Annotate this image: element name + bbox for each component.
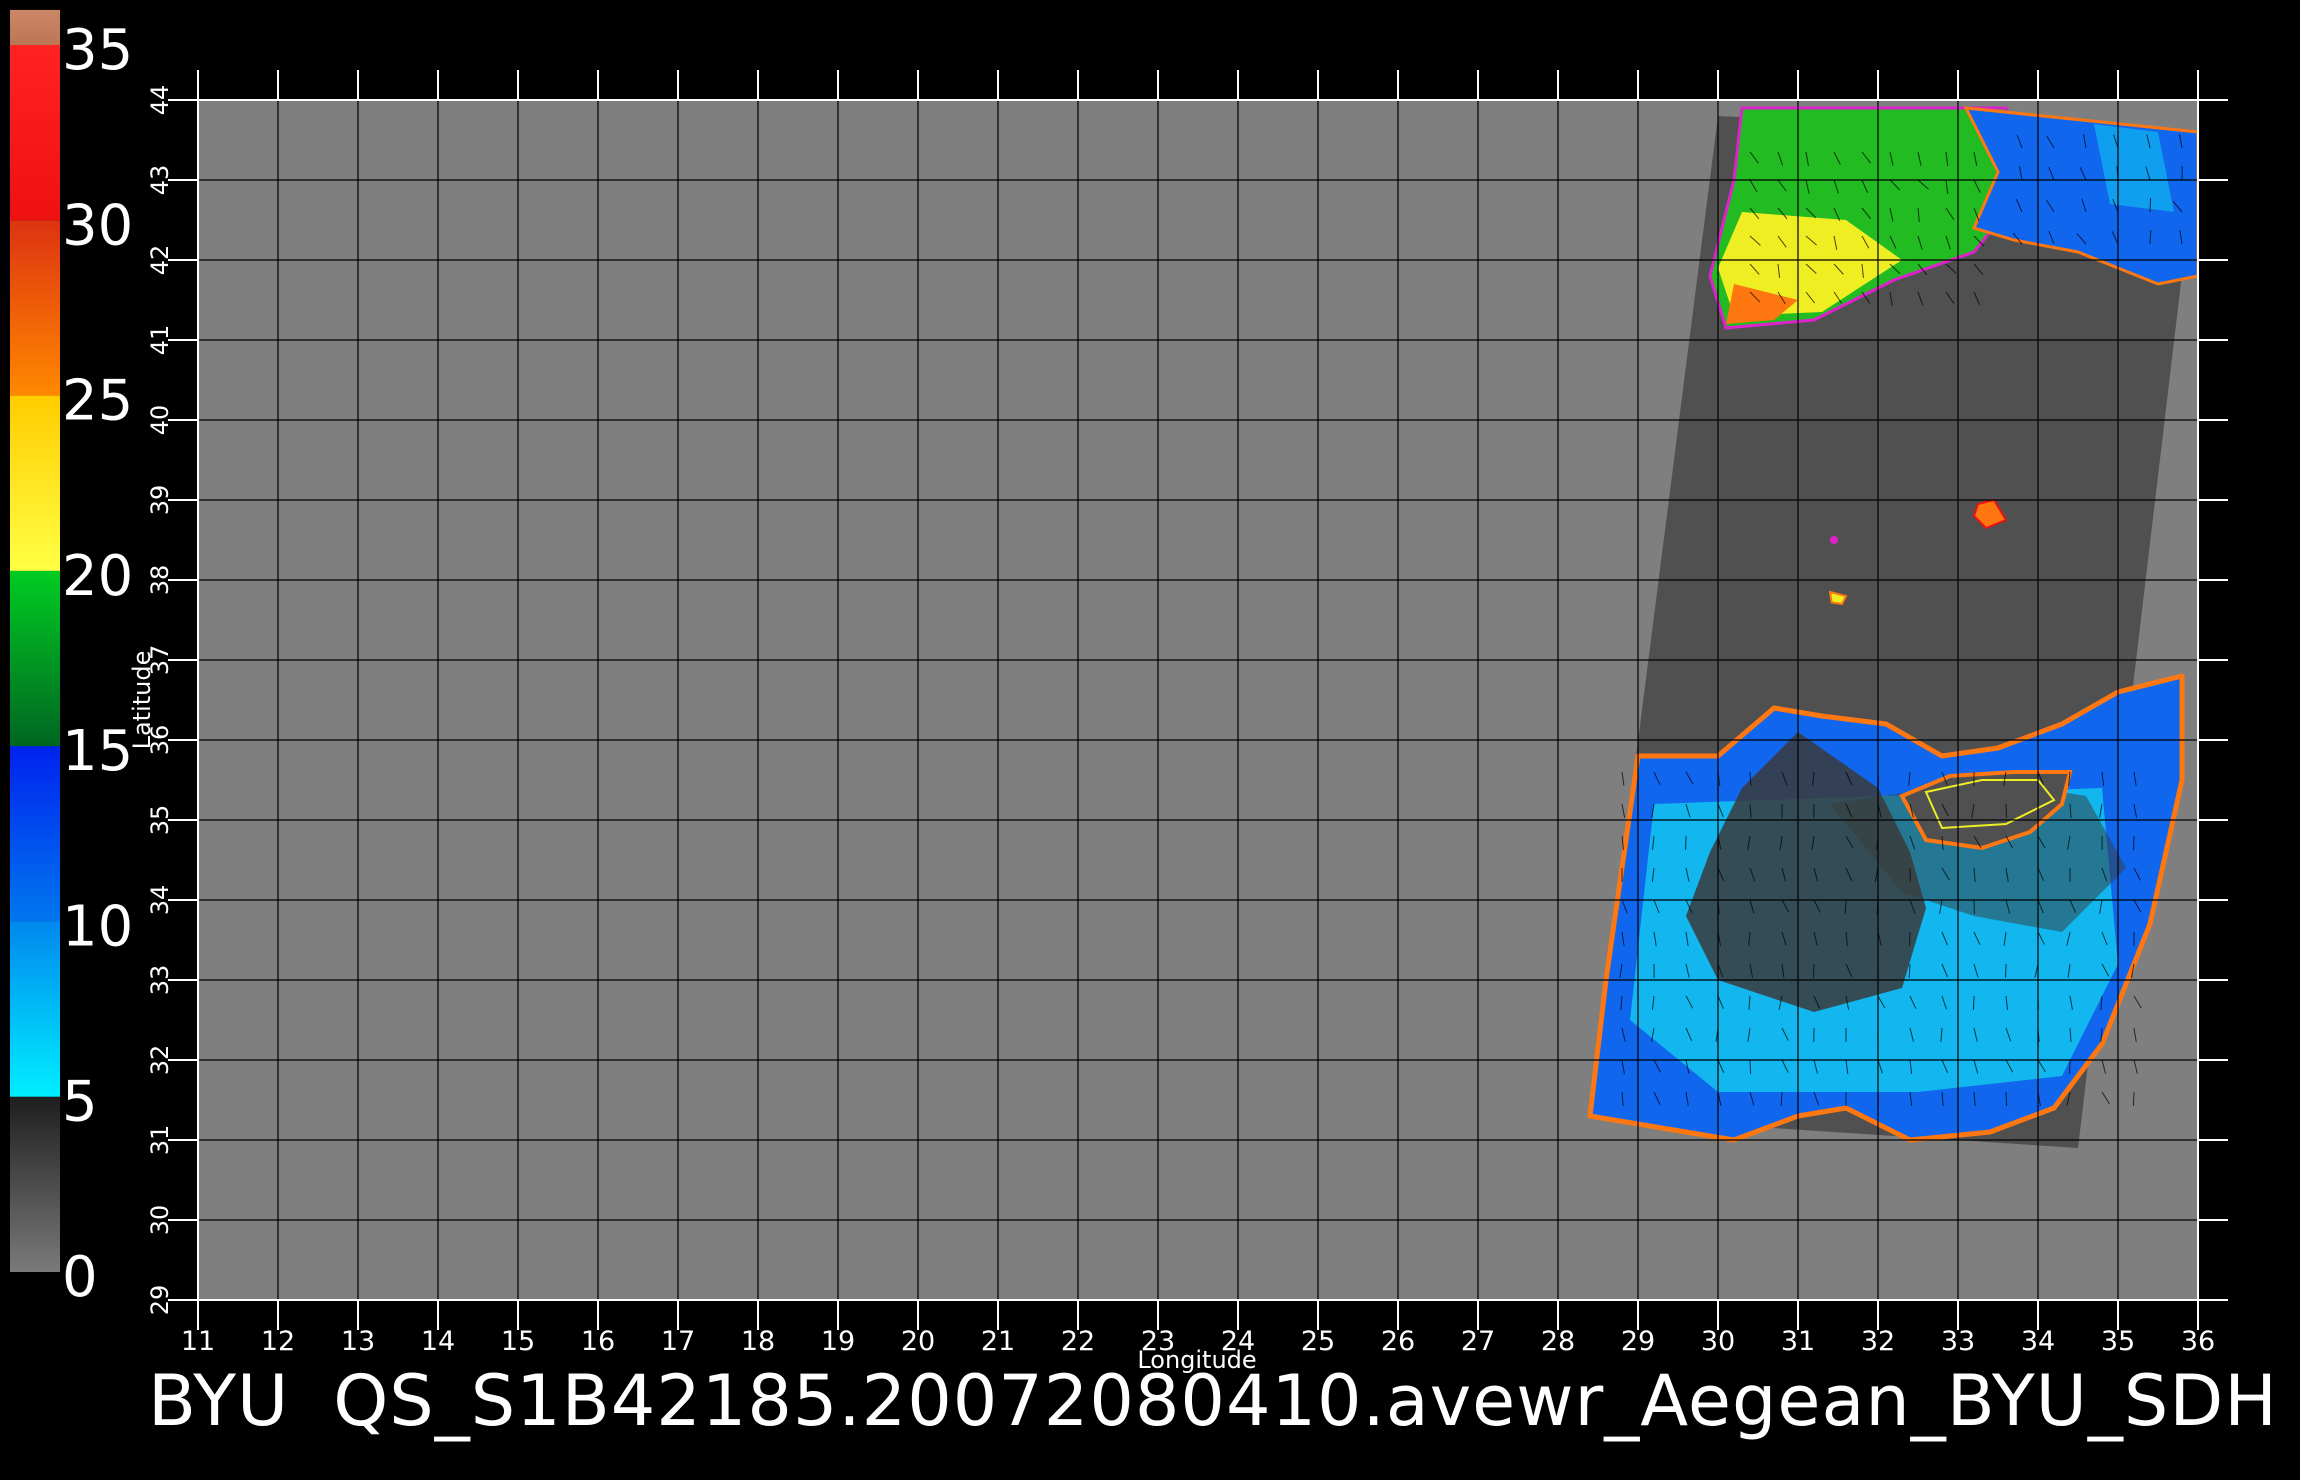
y-axis-label: Latitude [128,651,156,750]
latitude-tick-label: 39 [146,485,174,516]
latitude-tick-label: 40 [146,405,174,436]
latitude-tick-label: 29 [146,1285,174,1316]
colorbar-band [10,1096,60,1272]
wind-vector [1972,995,1975,1011]
longitude-tick-label: 21 [981,1326,1015,1357]
colorbar-band [10,45,60,221]
wind-vector [2149,197,2152,213]
longitude-tick-label: 18 [741,1326,775,1357]
longitude-tick-label: 32 [1861,1326,1895,1357]
colorbar-band [10,9,60,46]
latitude-tick-label: 43 [146,165,174,196]
colorbar-tick-label: 30 [62,193,133,258]
colorbar-tick-label: 35 [62,18,133,83]
wind-vector [2005,803,2008,819]
colorbar-band [10,395,60,571]
colorbar-band [10,921,60,1097]
longitude-tick-label: 20 [901,1326,935,1357]
colorbar-tick-label: 15 [62,719,133,784]
colorbar-tick-label: 10 [62,894,133,959]
longitude-tick-label: 17 [661,1326,695,1357]
longitude-tick-label: 26 [1381,1326,1415,1357]
longitude-tick-label: 12 [261,1326,295,1357]
latitude-tick-label: 33 [146,965,174,996]
latitude-tick-label: 30 [146,1205,174,1236]
caption-source: BYU [148,1360,290,1442]
latitude-tick-label: 42 [146,245,174,276]
latitude-tick-label: 34 [146,885,174,916]
wind-vector [1749,1059,1752,1075]
colorbar-band [10,746,60,922]
longitude-tick-label: 28 [1541,1326,1575,1357]
colorbar-tick-label: 20 [62,544,133,609]
latitude-tick-label: 31 [146,1125,174,1156]
longitude-tick-label: 14 [421,1326,455,1357]
longitude-tick-label: 25 [1301,1326,1335,1357]
colorbar-tick-label: 5 [62,1070,98,1135]
colorbar-tick-label: 0 [62,1245,98,1310]
longitude-tick-label: 27 [1461,1326,1495,1357]
longitude-tick-label: 29 [1621,1326,1655,1357]
wind-vector [2132,1091,2135,1107]
latitude-tick-label: 35 [146,805,174,836]
inland-lake-dot [1830,536,1838,544]
longitude-tick-label: 11 [181,1326,215,1357]
wind-map-figure: 35 30 25 20 15 10 5 0 11 12 13 14 15 16 17 18 19 20 21 22 2… [10,9,2228,1374]
product-caption: BYU QS_S1B42185.20072080410.avewr_Aegean_… [148,1366,2300,1436]
colorbar-tick-label: 25 [62,369,133,434]
colorbar [10,9,60,1272]
colorbar-band [10,220,60,396]
longitude-tick-label: 16 [581,1326,615,1357]
longitude-tick-label: 13 [341,1326,375,1357]
colorbar-tick-labels: 35 30 25 20 15 10 5 0 [62,18,133,1310]
latitude-tick-label: 44 [146,85,174,116]
longitude-tick-label: 35 [2101,1326,2135,1357]
wind-vector [1812,963,1815,979]
longitude-tick-label: 19 [821,1326,855,1357]
longitude-tick-label: 22 [1061,1326,1095,1357]
longitude-tick-label: 34 [2021,1326,2055,1357]
longitude-tick-label: 36 [2181,1326,2215,1357]
longitude-tick-label: 30 [1701,1326,1735,1357]
caption-product-id: QS_S1B42185.20072080410.avewr_Aegean_BYU… [333,1360,2278,1442]
latitude-tick-label: 41 [146,325,174,356]
wind-vector [2005,1091,2008,1107]
longitude-tick-label: 31 [1781,1326,1815,1357]
longitude-tick-label: 33 [1941,1326,1975,1357]
latitude-tick-label: 32 [146,1045,174,1076]
colorbar-band [10,570,60,747]
longitude-tick-label: 15 [501,1326,535,1357]
latitude-tick-label: 38 [146,565,174,596]
